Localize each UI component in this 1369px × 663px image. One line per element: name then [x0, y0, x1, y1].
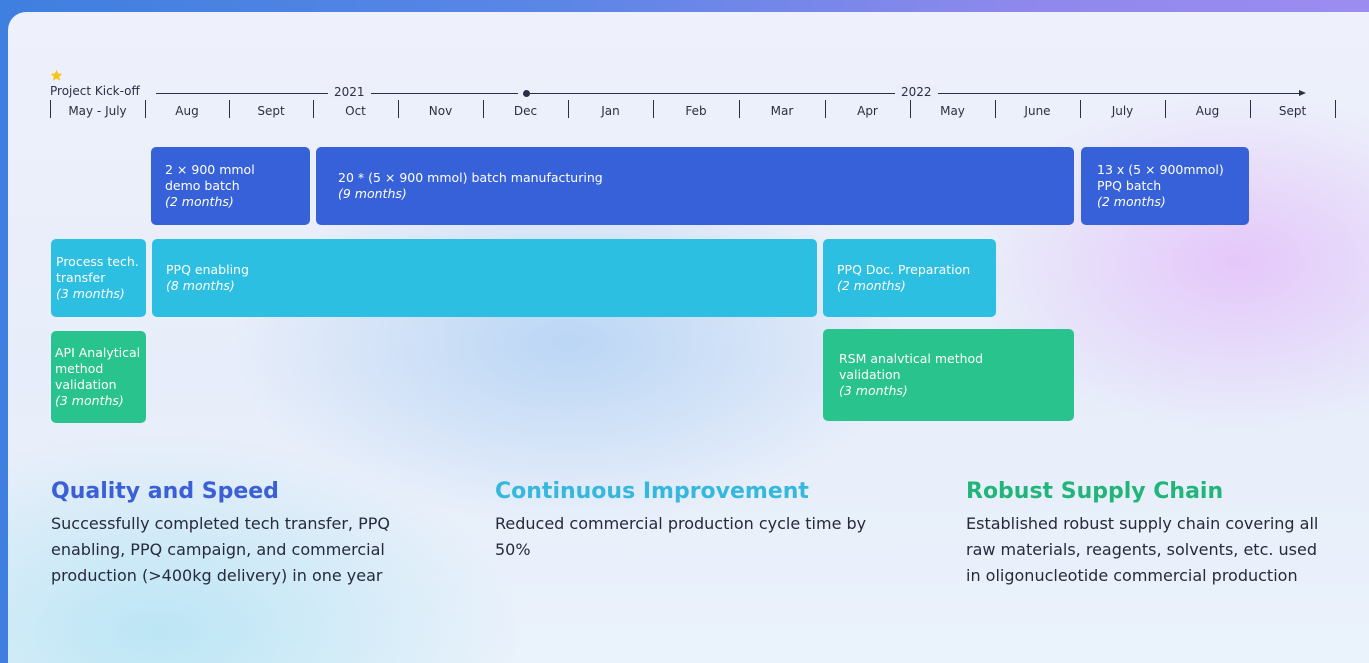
month-tick: [313, 100, 314, 118]
timeline-arrow-icon: [1299, 90, 1306, 96]
bar-label: 2 × 900 mmol demo batch: [165, 162, 255, 193]
supply-title: Robust Supply Chain: [966, 479, 1224, 504]
bar-label: API Analytical method validation: [55, 345, 141, 392]
bar-duration: (3 months): [55, 393, 124, 408]
month-tick: [1165, 100, 1166, 118]
bar-ppq-doc-preparation: PPQ Doc. Preparation (2 months): [823, 239, 996, 317]
bar-label: PPQ enabling: [166, 262, 249, 277]
month-tick: [1335, 100, 1336, 118]
bar-ppq-enabling: PPQ enabling (8 months): [152, 239, 817, 317]
month-label: June: [1024, 104, 1051, 118]
month-tick: [229, 100, 230, 118]
bar-label: RSM analvtical method validation: [839, 351, 984, 382]
month-tick: [910, 100, 911, 118]
quality-body: Successfully completed tech transfer, PP…: [51, 514, 390, 585]
star-icon: [50, 69, 63, 81]
month-label: May - July: [68, 104, 127, 118]
month-tick: [739, 100, 740, 118]
bar-label: 13 x (5 × 900mmol) PPQ batch: [1097, 162, 1224, 193]
month-tick: [483, 100, 484, 118]
month-tick: [653, 100, 654, 118]
month-label: Jan: [601, 104, 620, 118]
bar-duration: (2 months): [837, 278, 906, 293]
bar-label: PPQ Doc. Preparation: [837, 262, 971, 277]
improvement-body: Reduced commercial production cycle time…: [495, 514, 867, 559]
month-tick: [50, 100, 51, 118]
bar-ppq-batch: 13 x (5 × 900mmol) PPQ batch (2 months): [1081, 147, 1249, 225]
bar-label: Process tech. transfer: [56, 254, 139, 285]
month-label: Sept: [257, 104, 285, 118]
bar-duration: (2 months): [1097, 194, 1166, 209]
month-label: Aug: [175, 104, 199, 118]
month-label: Aug: [1195, 104, 1220, 118]
improvement-title: Continuous Improvement: [495, 479, 809, 504]
bar-process-tech-transfer: Process tech. transfer (3 months): [51, 239, 146, 317]
month-tick: [145, 100, 146, 118]
month-label: Feb: [685, 104, 707, 118]
quality-title: Quality and Speed: [51, 479, 279, 504]
month-label: Dec: [513, 104, 538, 118]
bar-demo-batch: 2 × 900 mmol demo batch (2 months): [151, 147, 310, 225]
bar-rsm-analytical: RSM analvtical method validation (3 mont…: [823, 329, 1074, 421]
month-label: Nov: [428, 104, 453, 118]
bar-api-analytical: API Analytical method validation (3 mont…: [51, 331, 146, 423]
month-tick: [995, 100, 996, 118]
month-tick: [398, 100, 399, 118]
timeline-dot: [523, 90, 530, 97]
month-tick: [1080, 100, 1081, 118]
month-label: Mar: [770, 104, 794, 118]
bar-duration: (2 months): [165, 194, 234, 209]
bar-duration: (3 months): [839, 383, 908, 398]
year-label-2022: 2022: [895, 85, 938, 99]
kickoff-label: Project Kick-off: [50, 84, 140, 98]
month-tick: [568, 100, 569, 118]
bar-duration: (3 months): [56, 286, 125, 301]
month-tick: [825, 100, 826, 118]
supply-body: Established robust supply chain covering…: [966, 514, 1319, 585]
bar-batch-manufacturing: 20 * (5 × 900 mmol) batch manufacturing …: [316, 147, 1074, 225]
year-label-2021: 2021: [328, 85, 371, 99]
bar-duration: (9 months): [338, 186, 407, 201]
month-label: July: [1111, 104, 1134, 118]
month-label: May: [940, 104, 965, 118]
month-label: Oct: [345, 104, 366, 118]
bar-label: 20 * (5 × 900 mmol) batch manufacturing: [338, 170, 603, 185]
bar-duration: (8 months): [166, 278, 235, 293]
month-label: Sept: [1278, 104, 1307, 118]
month-label: Apr: [857, 104, 878, 118]
month-tick: [1250, 100, 1251, 118]
